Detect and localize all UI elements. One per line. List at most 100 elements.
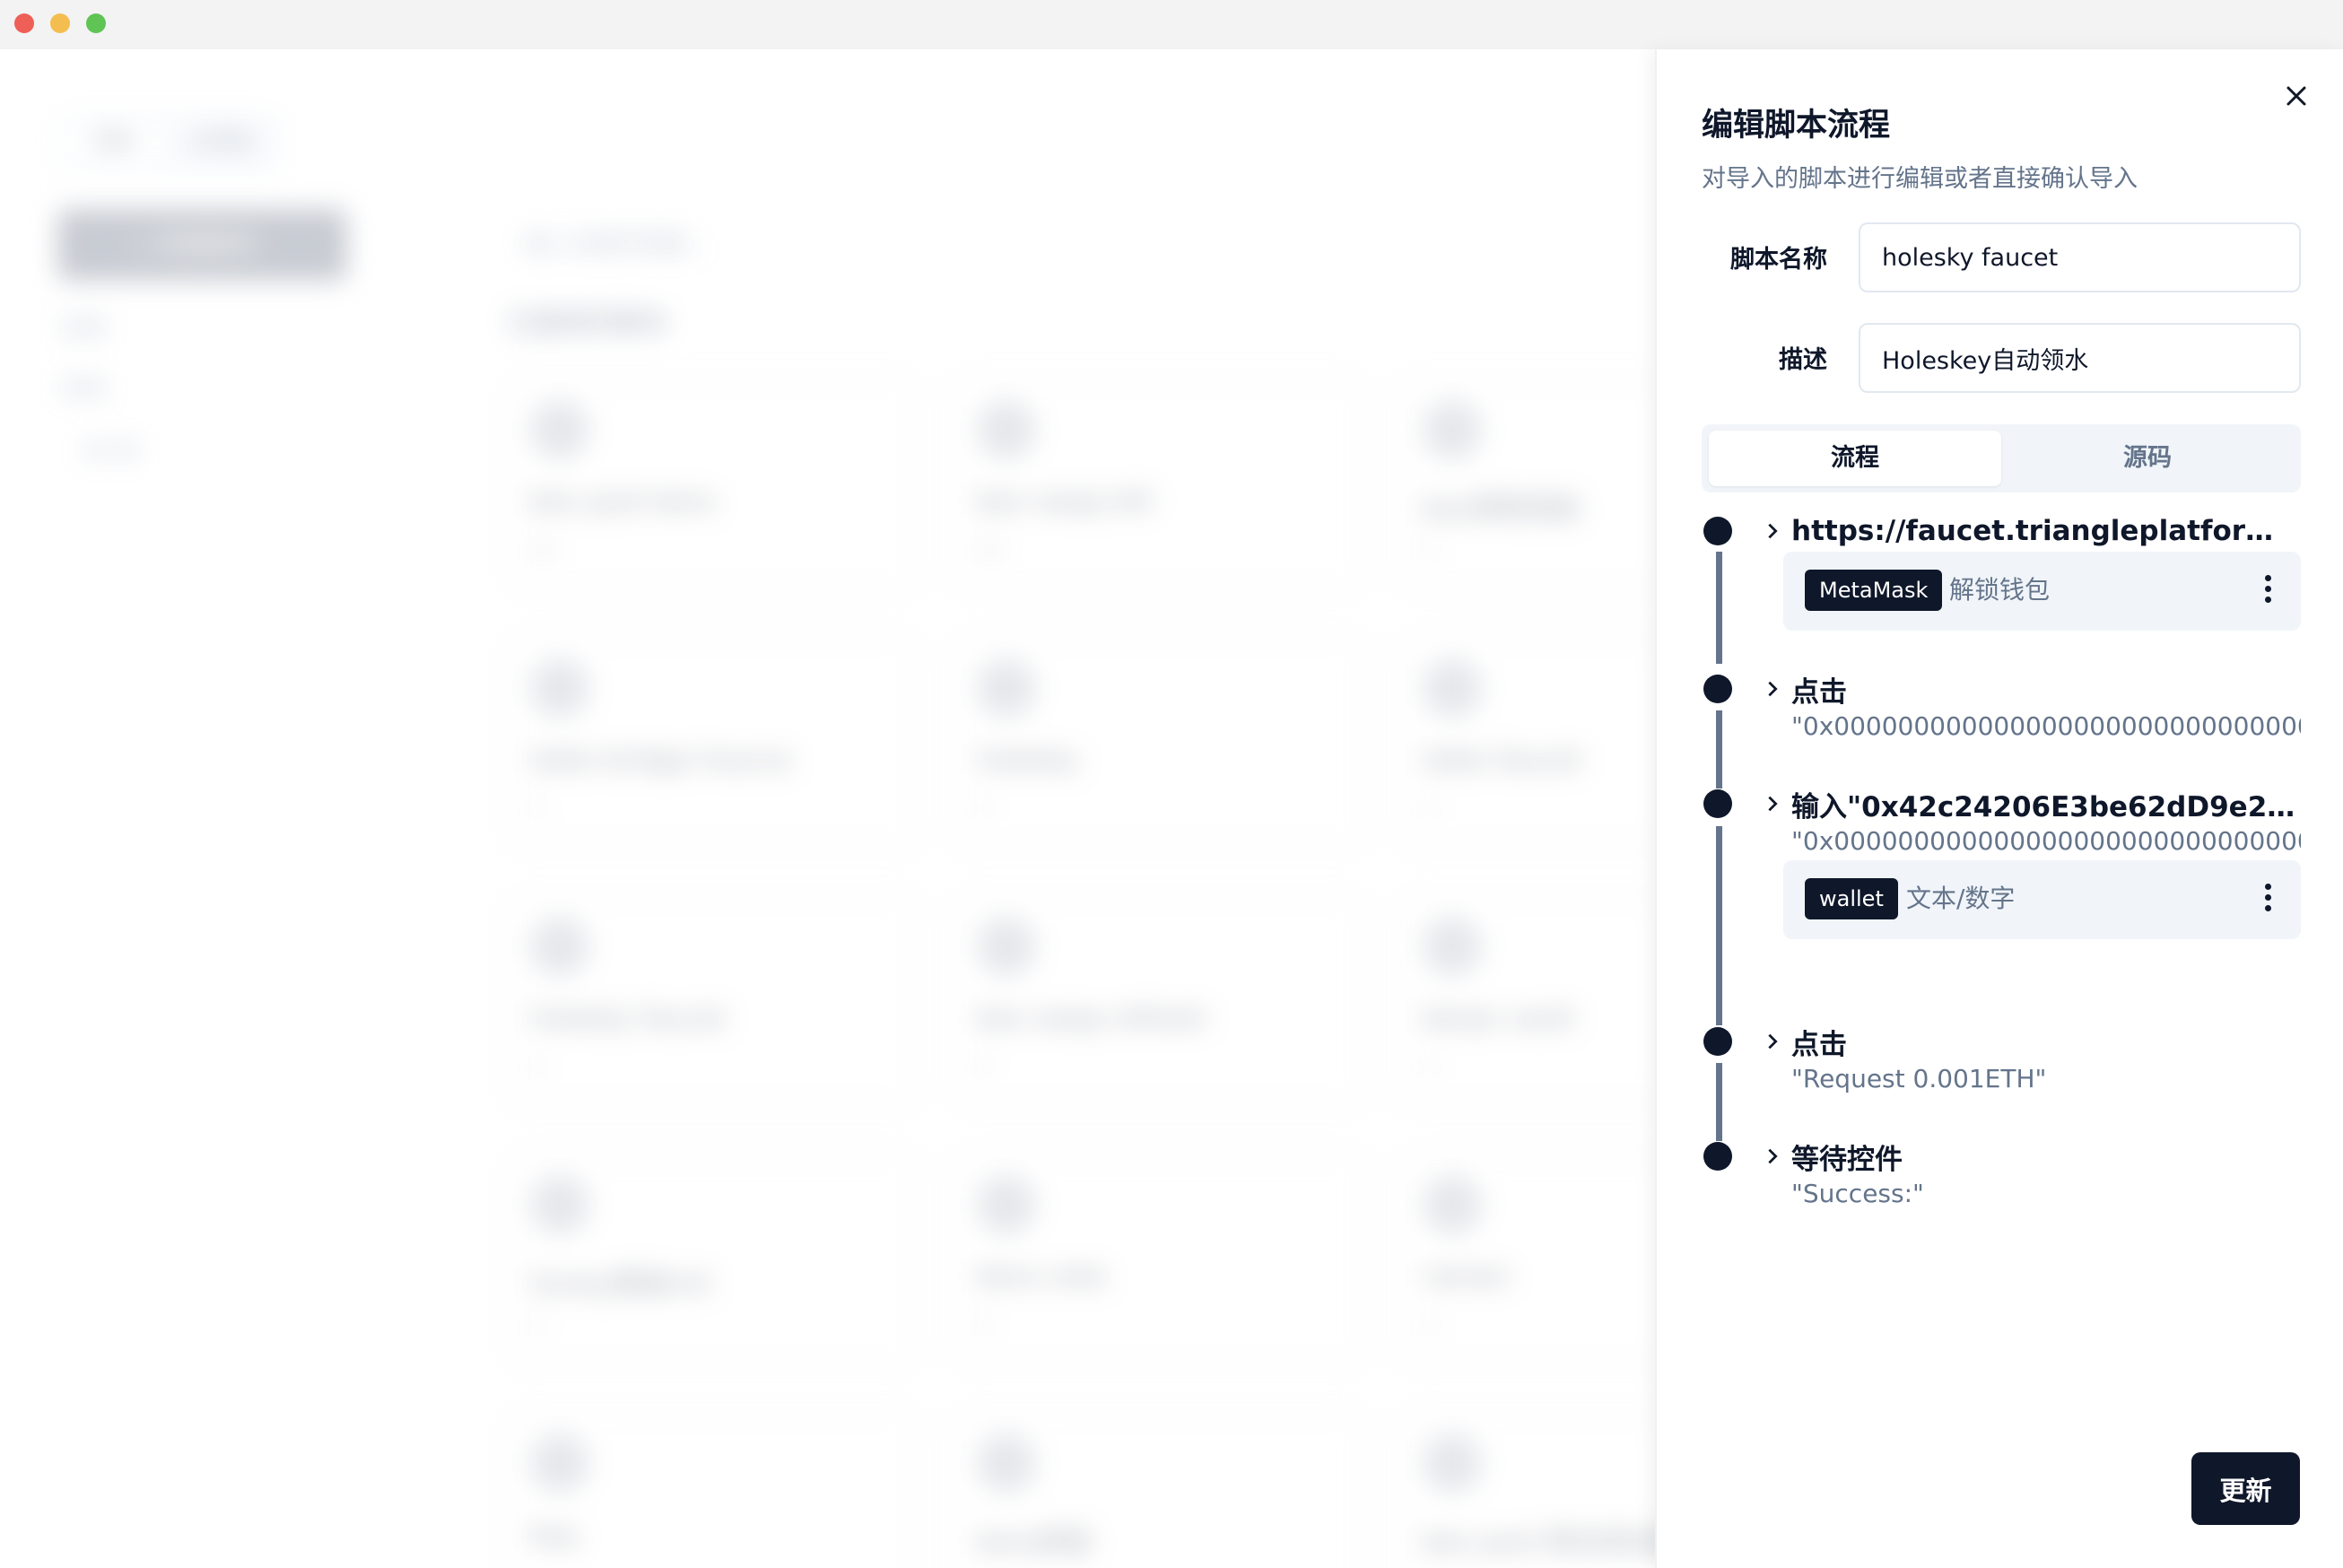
timeline-dot bbox=[1703, 675, 1732, 703]
bg-card-name: taiko bridge hource bbox=[530, 745, 792, 776]
bg-script-card: bera vote 1 bbox=[954, 1152, 1366, 1367]
bg-new-script-button: + 新建脚本 bbox=[57, 209, 347, 281]
step-variable-row[interactable]: wallet 文本/数字 bbox=[1783, 860, 2301, 939]
bg-card-avatar bbox=[530, 917, 589, 976]
variable-chip: MetaMask bbox=[1805, 570, 1943, 611]
bg-script-card: berps vault 1 bbox=[1399, 893, 1655, 1109]
flow-step[interactable]: 点击 "Request 0.001ETH" bbox=[1763, 1022, 2301, 1097]
bg-script-card: holesky faucet 1 bbox=[507, 893, 919, 1109]
bg-card-count: 1 bbox=[530, 798, 543, 821]
bg-card-name: bex swap bill bbox=[977, 486, 1153, 518]
bg-card-avatar bbox=[977, 917, 1036, 976]
chevron-right-icon[interactable] bbox=[1763, 794, 1782, 814]
flow-step[interactable]: 等待控件 "Success:" bbox=[1763, 1137, 2301, 1212]
drawer-subtitle: 对导入的脚本进行编辑或者直接确认导入 bbox=[1702, 165, 2138, 193]
timeline-dot bbox=[1703, 789, 1732, 818]
bg-card-name: bay bbox=[530, 1520, 580, 1551]
bg-sidebar-item: 未分类 bbox=[81, 440, 141, 463]
bg-card-name: bex pool 移动流动性 bbox=[1423, 1527, 1655, 1558]
bg-card-name: holesky bbox=[977, 745, 1079, 776]
variable-chip: wallet bbox=[1805, 878, 1898, 919]
bg-tab-workflows: 工作流 bbox=[189, 131, 249, 153]
bg-script-card: holesky 1 bbox=[954, 635, 1366, 850]
window-titlebar bbox=[0, 0, 2343, 49]
timeline-connector bbox=[1716, 1063, 1722, 1141]
bg-sidebar-item: 本地 bbox=[59, 376, 107, 403]
bg-script-card: honey铸造mit 1 bbox=[507, 1152, 919, 1367]
bg-script-card: bex swap bill 12 bbox=[954, 377, 1366, 592]
more-options-icon[interactable] bbox=[2265, 575, 2272, 607]
step-title: 点击 bbox=[1791, 675, 1847, 709]
bg-card-avatar bbox=[977, 1175, 1036, 1234]
bg-card-avatar bbox=[530, 1433, 589, 1493]
bg-script-card: bex pool bera 12 bbox=[507, 377, 919, 592]
close-window-button[interactable] bbox=[14, 13, 34, 33]
step-target: "Success:" bbox=[1791, 1179, 1924, 1208]
more-options-icon[interactable] bbox=[2265, 884, 2272, 916]
tab-source[interactable]: 源码 bbox=[2001, 431, 2294, 486]
variable-description: 文本/数字 bbox=[1906, 884, 2016, 913]
bg-card-avatar bbox=[977, 400, 1036, 459]
edit-script-drawer: 编辑脚本流程 对导入的脚本进行编辑或者直接确认导入 脚本名称 描述 流程 源码 … bbox=[1655, 49, 2343, 1568]
bg-card-avatar bbox=[1423, 658, 1482, 718]
bg-card-name: bex pool bera bbox=[530, 486, 716, 518]
flow-step[interactable]: 输入"0x42c24206E3be62dD9e233e... "0x000000… bbox=[1763, 784, 2301, 859]
bg-card-count: 1 bbox=[977, 798, 989, 821]
bg-section-title: 已复制的脚本 bbox=[507, 308, 668, 339]
bg-card-count: 1 bbox=[1423, 540, 1435, 562]
bg-card-count: 12 bbox=[530, 540, 555, 562]
tab-flow[interactable]: 流程 bbox=[1709, 431, 2001, 486]
bg-card-name: ramen bbox=[1423, 1261, 1511, 1293]
timeline-connector bbox=[1716, 710, 1722, 788]
bg-card-avatar bbox=[1423, 1433, 1482, 1493]
bg-card-avatar bbox=[1423, 1175, 1482, 1234]
bg-tab-group: 脚本 工作流 bbox=[59, 114, 278, 171]
flow-step[interactable]: https://faucet.triangleplatform.com/e... bbox=[1763, 511, 2301, 551]
bg-script-card: bex获取奖励 1 bbox=[1399, 377, 1655, 592]
maximize-window-button[interactable] bbox=[86, 13, 106, 33]
bg-card-name: honey铸造mit bbox=[530, 1268, 711, 1300]
step-target: "Request 0.001ETH" bbox=[1791, 1064, 2047, 1093]
bg-card-avatar bbox=[1423, 400, 1482, 459]
bg-card-count: 1 bbox=[1423, 1057, 1435, 1079]
step-title: 点击 bbox=[1791, 1028, 1847, 1061]
flow-step[interactable]: 点击 "0x0000000000000000000000000000000000 bbox=[1763, 669, 2301, 745]
background-app: 脚本 工作流 + 新建脚本 全部 本地 未分类 输入关键字搜索... 已复制的脚… bbox=[0, 49, 1655, 1568]
bg-card-count: 1 bbox=[1423, 798, 1435, 821]
bg-card-name: bera奖励 bbox=[977, 1527, 1093, 1558]
bg-script-card: bera奖励 bbox=[954, 1410, 1366, 1568]
chevron-right-icon[interactable] bbox=[1763, 1032, 1782, 1051]
bg-tab-scripts: 脚本 bbox=[66, 123, 165, 162]
script-name-input[interactable] bbox=[1859, 222, 2301, 292]
bg-card-avatar bbox=[1423, 917, 1482, 976]
bg-card-name: bera vote bbox=[977, 1261, 1107, 1293]
bg-card-count: 12 bbox=[977, 540, 1002, 562]
timeline-connector bbox=[1716, 552, 1722, 664]
bg-card-name: berps vault bbox=[1423, 1003, 1575, 1034]
chevron-right-icon[interactable] bbox=[1763, 679, 1782, 699]
bg-card-avatar bbox=[530, 1175, 589, 1234]
minimize-window-button[interactable] bbox=[50, 13, 70, 33]
chevron-right-icon[interactable] bbox=[1763, 1146, 1782, 1166]
bg-card-avatar bbox=[530, 658, 589, 718]
flow-source-tabs: 流程 源码 bbox=[1702, 424, 2301, 492]
step-variable-row[interactable]: MetaMask 解锁钱包 bbox=[1783, 552, 2301, 631]
bg-card-name: taiko faucet bbox=[1423, 745, 1582, 776]
timeline-connector bbox=[1716, 826, 1722, 1025]
bg-script-card: bex pool 移动流动性 bbox=[1399, 1410, 1655, 1568]
close-icon[interactable] bbox=[2280, 80, 2313, 112]
bg-script-card: bex swap refresh 1 bbox=[954, 893, 1366, 1109]
bg-script-card: bay bbox=[507, 1410, 919, 1568]
bg-script-card: ramen 1 bbox=[1399, 1152, 1655, 1367]
bg-sidebar-item: 全部 bbox=[59, 315, 107, 342]
bg-card-count: 1 bbox=[530, 1057, 543, 1079]
description-input[interactable] bbox=[1859, 323, 2301, 393]
bg-card-name: bex获取奖励 bbox=[1423, 493, 1580, 525]
timeline-dot bbox=[1703, 517, 1732, 545]
bg-script-card: taiko faucet 1 bbox=[1399, 635, 1655, 850]
update-button[interactable]: 更新 bbox=[2191, 1452, 2300, 1525]
timeline-dot bbox=[1703, 1027, 1732, 1056]
bg-card-name: bex swap refresh bbox=[977, 1003, 1207, 1034]
chevron-right-icon[interactable] bbox=[1763, 521, 1782, 541]
step-title: 输入"0x42c24206E3be62dD9e233e... bbox=[1791, 790, 2301, 823]
